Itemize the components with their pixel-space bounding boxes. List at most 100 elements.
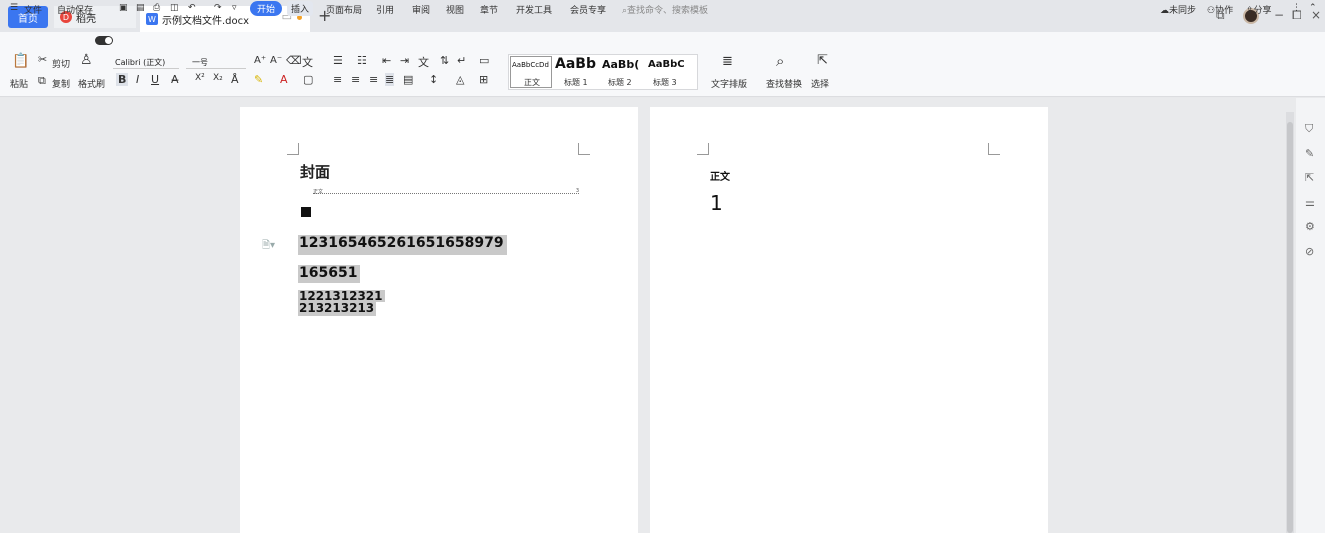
highlight-icon[interactable]: ✎ [254, 73, 263, 86]
decrease-indent-icon[interactable]: ⇤ [382, 54, 391, 67]
more-icon[interactable]: ⋮ [1292, 3, 1301, 13]
print-preview-icon[interactable]: ◫ [170, 3, 179, 13]
italic-button[interactable]: I [136, 73, 139, 86]
menu-tab-view[interactable]: 视图 [446, 3, 464, 16]
clear-format-icon[interactable]: ⌫ [286, 54, 302, 67]
menu-tab-developer[interactable]: 开发工具 [516, 3, 552, 16]
select-button[interactable]: 选择 [811, 77, 829, 90]
autosave-toggle[interactable] [95, 36, 113, 45]
shrink-font-icon[interactable]: A⁻ [270, 55, 282, 66]
menu-tab-insert[interactable]: 插入 [287, 1, 314, 16]
collab-button[interactable]: ⚇协作 [1207, 3, 1233, 16]
style-preview-h3[interactable]: AaBbC [648, 59, 685, 70]
style-preview-h2[interactable]: AaBb( [602, 58, 639, 71]
bullet-list-icon[interactable]: ☰ [333, 54, 343, 67]
style-panel-icon[interactable]: ⛉ [1305, 122, 1313, 136]
font-size-select[interactable]: 一号 [186, 56, 246, 69]
pointer-icon[interactable]: ⇱ [1305, 171, 1314, 184]
shading-icon[interactable]: ◬ [456, 73, 464, 86]
chinese-layout-icon[interactable]: 文 [418, 54, 429, 70]
style-gallery[interactable]: AaBbCcDd AaBb AaBb( AaBbC 正文 标题 1 标题 2 标… [508, 54, 698, 90]
menu-tab-page-layout[interactable]: 页面布局 [326, 3, 362, 16]
command-search[interactable]: ⌕查找命令、搜索模板 [622, 3, 708, 16]
bold-button[interactable]: B [116, 73, 129, 86]
grow-font-icon[interactable]: A⁺ [254, 55, 266, 66]
print-icon[interactable]: ⎙ [153, 3, 160, 13]
format-painter-button[interactable]: 格式刷 [78, 77, 105, 90]
edit-pen-icon[interactable]: ✎ [1305, 147, 1314, 160]
body-heading[interactable]: 正文 [710, 168, 730, 183]
menu-tab-home[interactable]: 开始 [250, 1, 283, 16]
selected-text-line[interactable]: 213213213 [298, 302, 377, 316]
copy-icon[interactable]: ⧉ [38, 74, 46, 88]
autosave-label: 自动保存 [57, 6, 94, 16]
minimize-button[interactable]: − [1274, 8, 1284, 22]
undo-icon[interactable]: ↶ [188, 3, 196, 13]
adjust-sliders-icon[interactable]: ⚌ [1305, 196, 1315, 209]
tab-document[interactable]: W 示例文档文件.docx ▭ [140, 6, 310, 32]
share-button[interactable]: ⇪分享 [1246, 3, 1272, 16]
style-preview-normal[interactable]: AaBbCcDd [512, 61, 549, 69]
increase-indent-icon[interactable]: ⇥ [400, 54, 409, 67]
style-preview-h1[interactable]: AaBb [555, 56, 596, 72]
find-replace-button[interactable]: 查找替换 [766, 77, 802, 90]
menu-file[interactable]: 文件 [24, 3, 42, 16]
selected-text-line[interactable]: 123165465261651658979 [298, 235, 507, 255]
menu-tab-references[interactable]: 引用 [376, 3, 394, 16]
paragraph-handle-icon[interactable]: 🗎▾ [262, 238, 275, 255]
redo-icon[interactable]: ↷ [214, 3, 222, 13]
paste-button[interactable]: 粘贴 [10, 77, 28, 90]
distribute-icon[interactable]: ▤ [403, 73, 413, 86]
hamburger-icon[interactable]: ☰ [10, 3, 18, 13]
sort-icon[interactable]: ⇅ [440, 54, 449, 67]
scissors-icon[interactable]: ✂ [38, 53, 47, 66]
numbered-list-icon[interactable]: ☷ [357, 54, 367, 67]
superscript-icon[interactable]: X² [195, 73, 205, 83]
help-icon[interactable]: ⊘ [1305, 245, 1314, 258]
collapse-ribbon-icon[interactable]: ⌃ [1309, 3, 1317, 13]
align-right-icon[interactable]: ≡ [369, 73, 378, 86]
text-effect-icon[interactable]: Å [231, 73, 239, 86]
find-replace-icon[interactable]: ⌕ [776, 52, 784, 70]
share-icon: ⇪ [1246, 6, 1254, 16]
char-border-icon[interactable]: ▢ [303, 73, 313, 86]
toc-entry[interactable]: 正文 3 [313, 188, 579, 195]
margin-corner [697, 143, 709, 155]
text-layout-button[interactable]: 文字排版 [711, 77, 747, 90]
font-color-icon[interactable]: A [280, 73, 288, 86]
select-cursor-icon[interactable]: ⇱ [817, 53, 828, 68]
body-number[interactable]: 1 [710, 191, 723, 215]
text-layout-icon[interactable]: ≣ [722, 54, 733, 69]
copy-button[interactable]: 复制 [52, 77, 70, 90]
borders-icon[interactable]: ⊞ [479, 73, 488, 86]
menu-tab-chapter[interactable]: 章节 [480, 3, 498, 16]
underline-button[interactable]: U [151, 73, 159, 86]
export-pdf-icon[interactable]: ▤ [136, 3, 145, 13]
font-name-select[interactable]: Calibri (正文) [113, 56, 179, 69]
margin-corner [287, 143, 299, 155]
menu-tab-member[interactable]: 会员专享 [570, 3, 606, 16]
format-painter-icon[interactable]: ♙ [80, 52, 93, 68]
bullet-square [301, 207, 311, 217]
paste-icon[interactable]: 📋 [12, 53, 29, 69]
settings-icon[interactable]: ⚙ [1305, 220, 1315, 233]
tab-document-label: 示例文档文件.docx [162, 15, 250, 27]
cut-button[interactable]: 剪切 [52, 57, 70, 70]
subscript-icon[interactable]: X₂ [213, 73, 223, 83]
scrollbar-thumb[interactable] [1287, 122, 1293, 533]
cover-title[interactable]: 封面 [300, 161, 330, 182]
menu-tab-review[interactable]: 审阅 [412, 3, 430, 16]
save-icon[interactable]: ▣ [119, 3, 128, 13]
show-marks-icon[interactable]: ↵ [457, 54, 466, 67]
ruler-icon[interactable]: ▭ [479, 54, 489, 67]
selected-text-line[interactable]: 165651 [298, 265, 361, 283]
justify-icon[interactable]: ≣ [385, 73, 395, 86]
toc-entry-label: 正文 [313, 189, 324, 195]
quick-access-dropdown-icon[interactable]: ▿ [232, 3, 237, 13]
align-left-icon[interactable]: ≡ [333, 73, 342, 86]
line-spacing-icon[interactable]: ↕ [429, 73, 438, 86]
phonetic-icon[interactable]: 文 [302, 54, 313, 70]
strikethrough-icon[interactable]: A̶ [171, 73, 179, 86]
sync-status[interactable]: ☁未同步 [1160, 3, 1196, 16]
align-center-icon[interactable]: ≡ [351, 73, 360, 86]
